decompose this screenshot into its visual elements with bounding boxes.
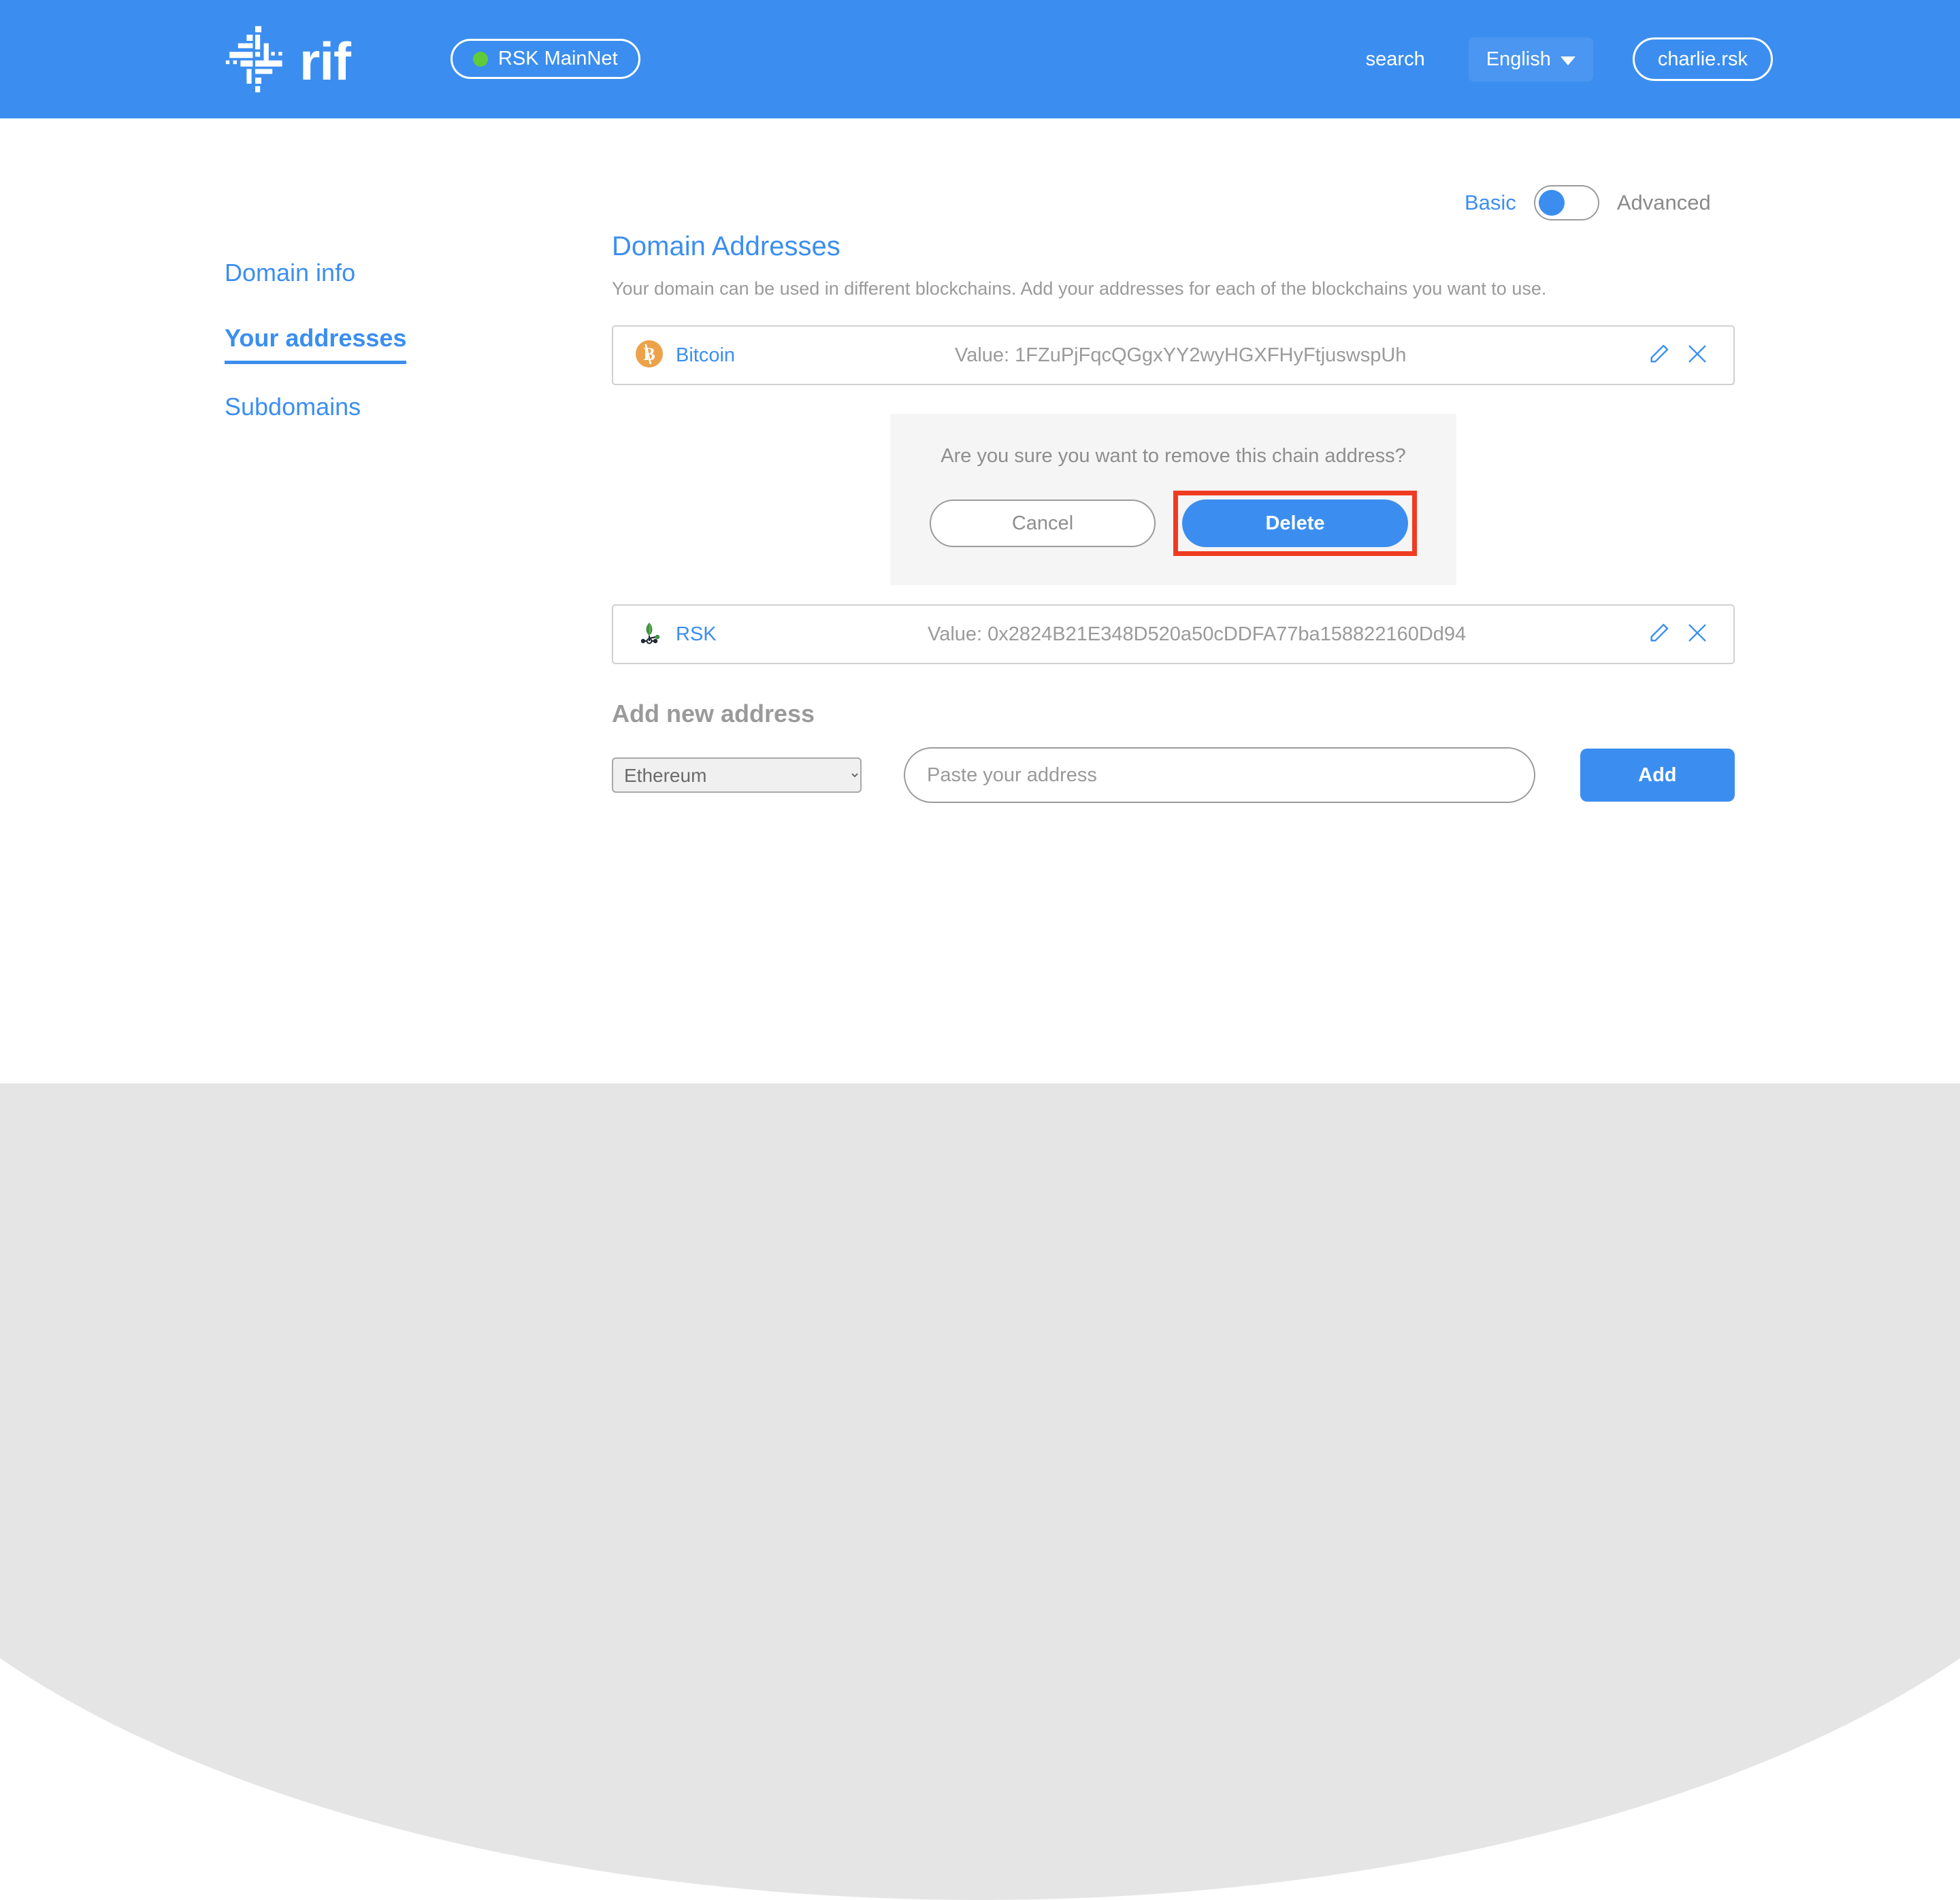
green-status-dot (473, 52, 488, 67)
confirm-actions: Cancel Delete (930, 491, 1417, 556)
row-actions-rsk (1648, 621, 1709, 648)
chain-name-rsk[interactable]: RSK (676, 623, 717, 646)
address-input[interactable] (904, 747, 1535, 803)
language-selector[interactable]: English (1469, 37, 1593, 82)
page-title: Domain Addresses (612, 231, 1735, 262)
address-value-rsk: Value: 0x2824B21E348D520a50cDDFA77ba1588… (928, 623, 1648, 646)
chain-select[interactable]: Ethereum (612, 757, 862, 793)
rif-logo-icon (225, 22, 298, 96)
close-icon[interactable] (1686, 621, 1709, 648)
mode-switch[interactable] (1534, 185, 1599, 220)
pencil-icon[interactable] (1648, 621, 1671, 648)
row-actions-bitcoin (1648, 342, 1709, 369)
sidebar-row-your-addresses: Your addresses (225, 324, 510, 393)
pencil-icon[interactable] (1648, 342, 1671, 369)
footer-decorative-curve (0, 798, 1960, 1900)
network-selector[interactable]: RSK MainNet (451, 39, 640, 79)
chevron-down-icon (1561, 56, 1575, 65)
sidebar-row-subdomains: Subdomains (225, 393, 510, 458)
confirm-message: Are you sure you want to remove this cha… (941, 445, 1405, 468)
close-icon[interactable] (1686, 342, 1709, 369)
address-value-bitcoin: Value: 1FZuPjFqcQGgxYY2wyHGXFHyFtjuswspU… (955, 344, 1648, 367)
delete-button[interactable]: Delete (1182, 499, 1408, 547)
add-new-address-title: Add new address (612, 700, 1735, 728)
sidebar-item-your-addresses[interactable]: Your addresses (225, 324, 406, 364)
sidebar-item-domain-info[interactable]: Domain info (225, 259, 355, 291)
add-address-form: Ethereum Add (612, 747, 1735, 803)
add-button[interactable]: Add (1580, 749, 1735, 802)
chain-cell-bitcoin: B Bitcoin (635, 340, 860, 372)
sidebar-item-subdomains[interactable]: Subdomains (225, 393, 361, 425)
delete-highlight-box: Delete (1173, 491, 1417, 556)
network-label: RSK MainNet (498, 48, 618, 70)
sidebar-row-domain-info: Domain info (225, 259, 510, 324)
brand-logo[interactable]: rif (225, 19, 350, 99)
cancel-button[interactable]: Cancel (930, 499, 1156, 547)
table-row: B Bitcoin Value: 1FZuPjFqcQGgxYY2wyHGXFH… (612, 325, 1735, 385)
language-label: English (1486, 48, 1551, 71)
page-description: Your domain can be used in different blo… (612, 278, 1735, 299)
account-button[interactable]: charlie.rsk (1633, 37, 1773, 81)
rsk-icon (635, 619, 664, 651)
mode-label-basic[interactable]: Basic (1465, 191, 1516, 215)
chain-cell-rsk: RSK (635, 619, 860, 651)
top-header: rif RSK MainNet search English charlie.r… (0, 0, 1960, 118)
bitcoin-icon: B (635, 340, 664, 372)
chain-name-bitcoin[interactable]: Bitcoin (676, 344, 735, 367)
section-sidebar: Domain info Your addresses Subdomains (225, 259, 510, 458)
header-nav: search English charlie.rsk (1352, 0, 1960, 118)
remove-confirm-panel: Are you sure you want to remove this cha… (890, 414, 1456, 585)
brand-name: rif (299, 35, 350, 88)
mode-switch-knob (1539, 190, 1565, 216)
mode-label-advanced[interactable]: Advanced (1617, 191, 1711, 215)
search-link[interactable]: search (1352, 39, 1439, 80)
account-label: charlie.rsk (1658, 48, 1748, 71)
mode-toggle: Basic Advanced (1465, 185, 1711, 220)
table-row: RSK Value: 0x2824B21E348D520a50cDDFA77ba… (612, 604, 1735, 664)
